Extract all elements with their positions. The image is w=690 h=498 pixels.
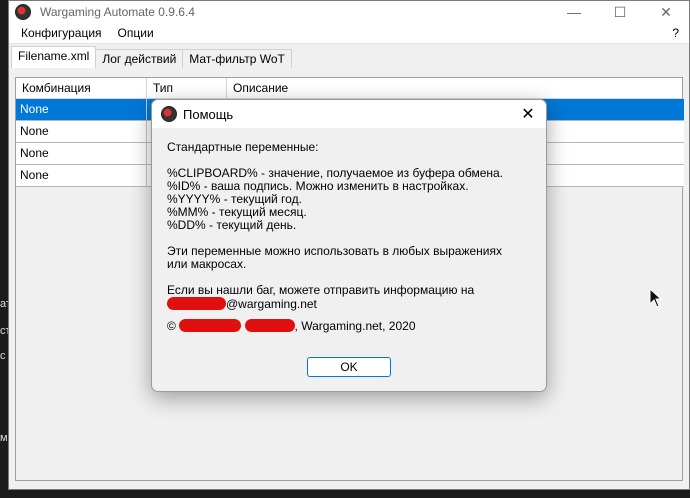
menubar: Конфигурация Опции ? (9, 23, 689, 44)
background-text: с (0, 350, 6, 362)
background-text: м (0, 432, 8, 444)
header-type[interactable]: Тип (147, 78, 227, 98)
window-controls: — ☐ ✕ (551, 1, 689, 23)
email-domain: @wargaming.net (226, 297, 317, 311)
window-title: Wargaming Automate 0.9.6.4 (40, 5, 195, 19)
dialog-close-button[interactable]: ✕ (518, 104, 538, 124)
help-dialog: Помощь ✕ Стандартные переменные: %CLIPBO… (151, 99, 547, 392)
dialog-body: Стандартные переменные: %CLIPBOARD% - зн… (152, 128, 546, 333)
menu-config[interactable]: Конфигурация (13, 26, 110, 40)
cell-combination: None (16, 99, 147, 120)
copyright-line: © , Wargaming.net, 2020 (167, 319, 546, 333)
cell-combination: None (16, 121, 147, 142)
copyright-tail: , Wargaming.net, 2020 (294, 319, 416, 333)
tab-profanity-filter[interactable]: Мат-фильтр WoT (182, 49, 292, 68)
header-combination[interactable]: Комбинация (16, 78, 147, 98)
var-day: %DD% - текущий день. (167, 218, 297, 232)
tab-filename[interactable]: Filename.xml (11, 46, 97, 68)
copyright-symbol: © (167, 319, 176, 333)
menu-help[interactable]: ? (672, 26, 679, 40)
maximize-button[interactable]: ☐ (597, 1, 643, 23)
close-button[interactable]: ✕ (643, 1, 689, 23)
tab-strip: Filename.xml Лог действий Мат-фильтр WoT (9, 46, 689, 68)
email-line: @wargaming.net (167, 297, 546, 311)
mouse-cursor-icon (649, 288, 663, 308)
cell-combination: None (16, 143, 147, 164)
usage-line-2: или макросах. (167, 257, 247, 271)
variables-heading: Стандартные переменные: (167, 140, 319, 154)
dialog-titlebar: Помощь ✕ (152, 100, 546, 128)
tab-action-log[interactable]: Лог действий (95, 49, 184, 68)
titlebar: Wargaming Automate 0.9.6.4 — ☐ ✕ (9, 1, 689, 23)
dialog-title: Помощь (183, 106, 234, 122)
app-logo-icon (161, 106, 177, 122)
redacted-email-user (167, 297, 226, 310)
ok-button[interactable]: OK (307, 357, 391, 377)
redacted-author-1 (179, 319, 242, 332)
app-logo-icon (15, 4, 31, 20)
cell-combination: None (16, 165, 147, 186)
header-description[interactable]: Описание (227, 78, 682, 98)
bug-report-line: Если вы нашли баг, можете отправить инфо… (167, 283, 475, 297)
table-header: Комбинация Тип Описание (16, 78, 682, 99)
menu-options[interactable]: Опции (110, 26, 162, 40)
redacted-author-2 (244, 319, 295, 332)
minimize-button[interactable]: — (551, 1, 597, 23)
